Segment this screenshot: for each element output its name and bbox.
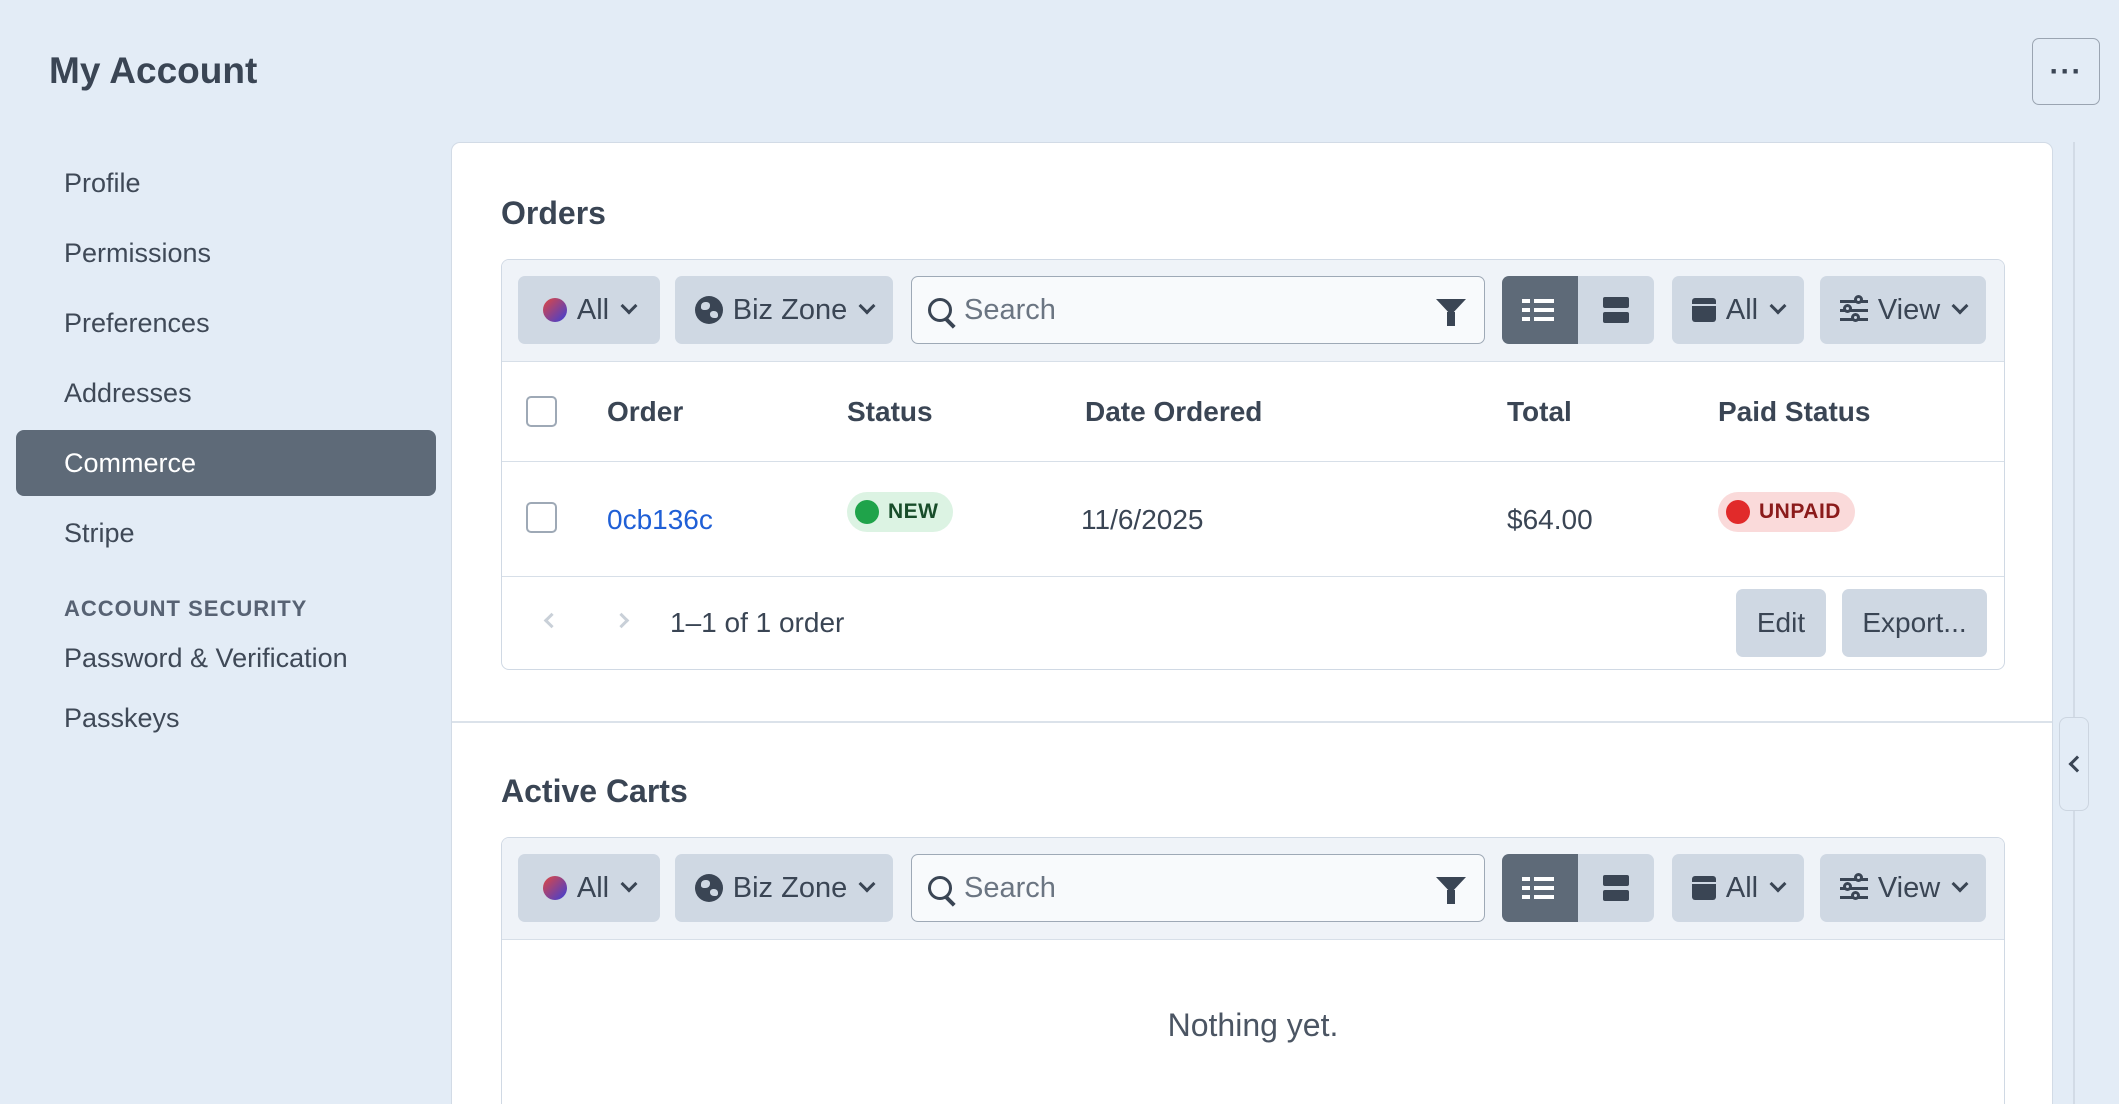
carts-zone-filter-label: Biz Zone: [732, 871, 848, 904]
sidebar-item-preferences[interactable]: Preferences: [16, 290, 436, 356]
list-icon: [1522, 877, 1554, 899]
status-dot-icon: [542, 298, 567, 322]
status-dot-icon: [855, 500, 879, 524]
orders-table-footer: 1–1 of 1 order Edit Export...: [502, 577, 2004, 669]
order-link[interactable]: 0cb136c: [607, 462, 713, 577]
column-header-paid-status[interactable]: Paid Status: [1718, 362, 1870, 462]
prev-page-icon[interactable]: [543, 612, 560, 629]
status-badge: NEW: [847, 492, 953, 532]
list-icon: [1522, 299, 1554, 321]
chevron-down-icon: [620, 297, 638, 315]
sidebar: Profile Permissions Preferences Addresse…: [16, 150, 436, 748]
more-icon: ···: [2049, 54, 2083, 88]
carts-empty-state: Nothing yet.: [1167, 1006, 1339, 1043]
order-total: $64.00: [1507, 504, 1593, 535]
carts-date-filter-label: All: [1725, 871, 1759, 904]
orders-zone-filter[interactable]: Biz Zone: [675, 276, 893, 344]
calendar-icon: [1691, 876, 1716, 900]
filter-icon[interactable]: [1436, 877, 1466, 904]
orders-date-filter-label: All: [1725, 293, 1759, 326]
carts-search-box: [911, 854, 1485, 922]
status-dot-icon: [542, 876, 567, 900]
carts-toolbar: All Biz Zone Search All View: [502, 838, 2004, 940]
column-header-date-ordered[interactable]: Date Ordered: [1085, 362, 1262, 462]
search-icon: [928, 298, 952, 322]
chevron-down-icon: [858, 875, 876, 893]
sidebar-item-stripe[interactable]: Stripe: [16, 500, 436, 566]
sliders-icon: [1839, 295, 1868, 322]
list-view-button[interactable]: [1502, 276, 1578, 344]
edit-button[interactable]: Edit: [1736, 589, 1826, 657]
orders-view-menu-label: View: [1877, 293, 1941, 326]
column-header-status[interactable]: Status: [847, 362, 933, 462]
paid-status-badge-label: UNPAID: [1759, 500, 1841, 523]
section-divider: [452, 721, 2052, 723]
paid-status-badge: UNPAID: [1718, 492, 1855, 532]
pagination-summary: 1–1 of 1 order: [670, 607, 845, 638]
orders-panel: All Biz Zone Search All View Order Statu…: [501, 259, 2005, 670]
filter-icon[interactable]: [1436, 299, 1466, 326]
rows-icon: [1603, 297, 1629, 323]
rows-icon: [1603, 875, 1629, 901]
column-header-total[interactable]: Total: [1507, 362, 1572, 462]
orders-zone-filter-label: Biz Zone: [732, 293, 848, 326]
next-page-icon[interactable]: [613, 612, 630, 629]
export-button[interactable]: Export...: [1842, 589, 1987, 657]
carts-zone-filter[interactable]: Biz Zone: [675, 854, 893, 922]
row-checkbox[interactable]: [526, 502, 557, 533]
orders-search-box: [911, 276, 1485, 344]
column-header-order[interactable]: Order: [607, 362, 683, 462]
sidebar-item-commerce[interactable]: Commerce: [16, 430, 436, 496]
carts-search-input[interactable]: [964, 871, 1404, 905]
chevron-down-icon: [858, 297, 876, 315]
orders-title: Orders: [501, 195, 606, 231]
globe-icon: [694, 874, 723, 902]
chevron-down-icon: [1951, 297, 1969, 315]
orders-search-input[interactable]: [964, 293, 1404, 327]
sidebar-item-password-verification[interactable]: Password & Verification: [16, 628, 436, 688]
chevron-down-icon: [1769, 875, 1787, 893]
collapse-panel-button[interactable]: [2059, 717, 2089, 811]
paid-status-dot-icon: [1726, 500, 1750, 524]
main-card: Orders All Biz Zone Search All View Orde…: [451, 142, 2053, 1104]
orders-status-filter[interactable]: All: [518, 276, 660, 344]
calendar-icon: [1691, 298, 1716, 322]
orders-toolbar: All Biz Zone Search All View: [502, 260, 2004, 362]
search-icon: [928, 876, 952, 900]
sidebar-item-addresses[interactable]: Addresses: [16, 360, 436, 426]
orders-view-toggle: [1502, 276, 1655, 344]
chevron-down-icon: [620, 875, 638, 893]
sidebar-item-profile[interactable]: Profile: [16, 150, 436, 216]
table-row[interactable]: 0cb136c NEW 11/6/2025 $64.00 UNPAID: [502, 462, 2004, 577]
orders-date-filter[interactable]: All: [1672, 276, 1804, 344]
carts-view-menu[interactable]: View: [1820, 854, 1986, 922]
active-carts-title: Active Carts: [501, 773, 688, 809]
orders-view-menu[interactable]: View: [1820, 276, 1986, 344]
select-all-checkbox[interactable]: [526, 396, 557, 427]
carts-view-menu-label: View: [1877, 871, 1941, 904]
sliders-icon: [1839, 873, 1868, 900]
carts-date-filter[interactable]: All: [1672, 854, 1804, 922]
sidebar-item-permissions[interactable]: Permissions: [16, 220, 436, 286]
order-date: 11/6/2025: [1081, 504, 1204, 535]
chevron-down-icon: [1951, 875, 1969, 893]
chevron-down-icon: [1769, 297, 1787, 315]
orders-status-filter-label: All: [576, 293, 610, 326]
more-options-button[interactable]: ···: [2032, 38, 2100, 105]
list-view-button[interactable]: [1502, 854, 1578, 922]
orders-table-header: Order Status Date Ordered Total Paid Sta…: [502, 362, 2004, 462]
carts-panel: All Biz Zone Search All View Nothing yet…: [501, 837, 2005, 1104]
chevron-left-icon: [2068, 755, 2086, 773]
card-view-button[interactable]: [1578, 854, 1654, 922]
status-badge-label: NEW: [888, 500, 939, 523]
carts-view-toggle: [1502, 854, 1655, 922]
sidebar-item-passkeys[interactable]: Passkeys: [16, 688, 436, 748]
carts-status-filter[interactable]: All: [518, 854, 660, 922]
carts-status-filter-label: All: [576, 871, 610, 904]
card-view-button[interactable]: [1578, 276, 1654, 344]
globe-icon: [694, 296, 723, 324]
scroll-rail: [2073, 142, 2075, 1104]
sidebar-section-account-security: ACCOUNT SECURITY: [64, 596, 308, 621]
page-title: My Account: [49, 50, 258, 91]
